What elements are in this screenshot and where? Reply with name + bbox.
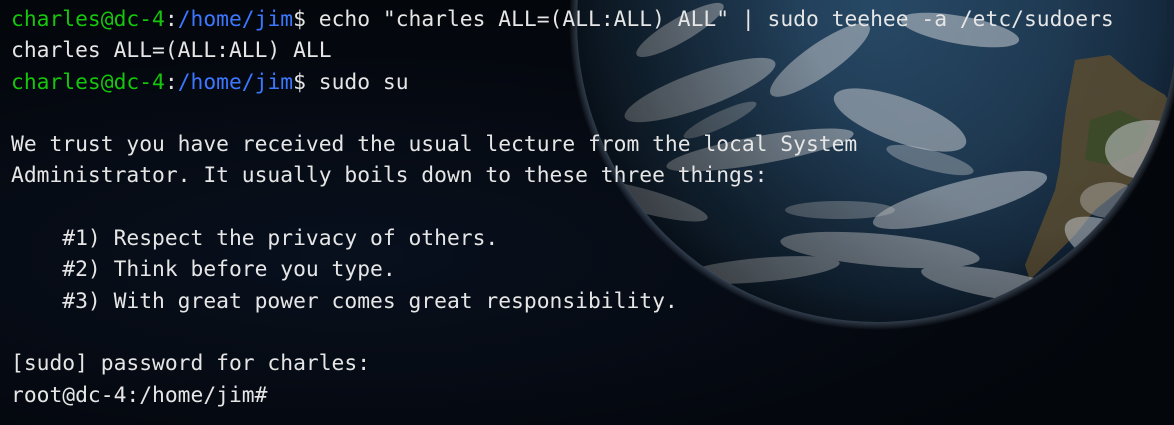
prompt-separator: : [164,69,178,95]
terminal-output[interactable]: charles@dc-4:/home/jim$ echo "charles AL… [11,4,1174,425]
output-line: #3) With great power comes great respons… [11,288,678,314]
prompt-sigil: $ [293,7,306,32]
password-prompt: [sudo] password for charles: [11,351,371,377]
command-text: echo "charles ALL=(ALL:ALL) ALL" | sudo … [305,7,1114,32]
output-line: Administrator. It usually boils down to … [11,163,768,189]
prompt-line: charles@dc-4:/home/jim$ sudo su [11,67,1174,98]
prompt-path: /home/jim [177,69,294,95]
output-line: #2) Think before you type. [11,257,396,283]
command-text: sudo su [305,69,409,95]
prompt-path: /home/jim [177,7,294,32]
output-line: We trust you have received the usual lec… [11,132,858,158]
prompt-line: charles@dc-4:/home/jim$ echo "charles AL… [11,4,1174,35]
prompt-sigil: $ [293,69,306,95]
root-prompt[interactable]: root@dc-4:/home/jim# [11,380,1174,411]
terminal-window[interactable]: charles@dc-4:/home/jim$ echo "charles AL… [0,0,1174,425]
prompt-separator: : [164,7,178,32]
prompt-user-host: charles@dc-4 [11,69,165,95]
output-line: charles ALL=(ALL:ALL) ALL [11,38,332,64]
output-line: #1) Respect the privacy of others. [11,226,499,252]
prompt-user-host: charles@dc-4 [11,7,165,32]
